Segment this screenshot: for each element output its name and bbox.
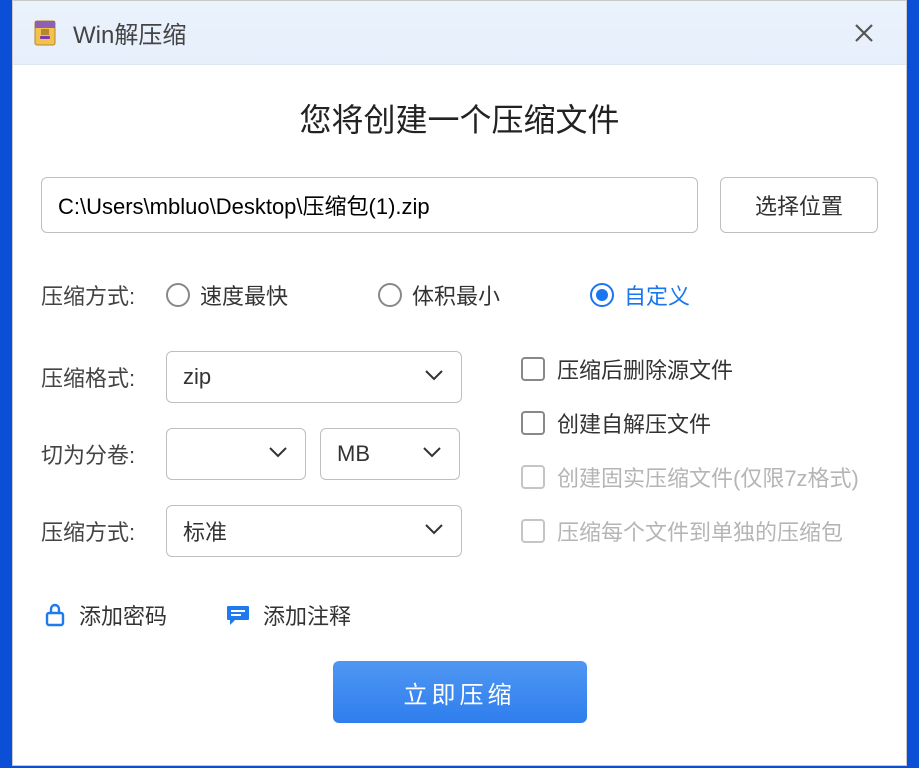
checkbox-self-extract[interactable]: 创建自解压文件 [521,407,878,439]
chevron-down-icon [423,522,445,541]
radio-custom-label: 自定义 [624,279,690,311]
radio-custom[interactable]: 自定义 [590,279,690,311]
app-icon [31,19,59,47]
mode-label: 压缩方式: [41,279,166,311]
output-path-input[interactable] [41,177,698,233]
browse-button[interactable]: 选择位置 [720,177,878,233]
split-label: 切为分卷: [41,438,166,470]
add-password-label: 添加密码 [79,599,167,631]
checkbox-icon [521,465,545,489]
radio-fastest[interactable]: 速度最快 [166,279,288,311]
page-title: 您将创建一个压缩文件 [41,95,878,141]
level-value: 标准 [183,515,227,547]
checkbox-icon [521,411,545,435]
compress-button[interactable]: 立即压缩 [333,661,587,723]
titlebar: Win解压缩 [13,1,906,65]
split-unit-value: MB [337,441,370,467]
action-row: 立即压缩 [41,661,878,723]
comment-icon [225,603,251,627]
content-area: 您将创建一个压缩文件 选择位置 压缩方式: 速度最快 体积最小 自定义 [13,65,906,765]
split-row: 切为分卷: MB [41,428,481,480]
radio-icon [590,283,614,307]
chevron-down-icon [267,445,289,464]
checkbox-self-extract-label: 创建自解压文件 [557,407,711,439]
checkbox-icon [521,357,545,381]
custom-settings: 压缩格式: zip 切为分卷: [41,351,878,557]
radio-smallest[interactable]: 体积最小 [378,279,500,311]
split-unit-select[interactable]: MB [320,428,460,480]
checkbox-each-file: 压缩每个文件到单独的压缩包 [521,515,878,547]
checkbox-delete-source-label: 压缩后删除源文件 [557,353,733,385]
checkbox-solid-7z-label: 创建固实压缩文件(仅限7z格式) [557,461,859,493]
format-label: 压缩格式: [41,361,166,393]
level-row: 压缩方式: 标准 [41,505,481,557]
mode-radio-group: 速度最快 体积最小 自定义 [166,279,690,311]
extra-links-row: 添加密码 添加注释 [41,599,878,631]
left-column: 压缩格式: zip 切为分卷: [41,351,481,557]
radio-fastest-label: 速度最快 [200,279,288,311]
lock-icon [43,602,67,628]
radio-smallest-label: 体积最小 [412,279,500,311]
close-button[interactable] [840,9,888,57]
format-value: zip [183,364,211,390]
add-password-link[interactable]: 添加密码 [43,599,167,631]
compression-mode-row: 压缩方式: 速度最快 体积最小 自定义 [41,279,878,311]
output-path-row: 选择位置 [41,177,878,233]
checkbox-delete-source[interactable]: 压缩后删除源文件 [521,353,878,385]
level-label: 压缩方式: [41,515,166,547]
add-comment-link[interactable]: 添加注释 [225,599,351,631]
level-select[interactable]: 标准 [166,505,462,557]
radio-icon [378,283,402,307]
checkbox-icon [521,519,545,543]
format-select[interactable]: zip [166,351,462,403]
chevron-down-icon [423,368,445,387]
window-title: Win解压缩 [73,15,186,50]
right-column: 压缩后删除源文件 创建自解压文件 创建固实压缩文件(仅限7z格式) 压缩每个文件… [521,351,878,557]
format-row: 压缩格式: zip [41,351,481,403]
add-comment-label: 添加注释 [263,599,351,631]
split-size-select[interactable] [166,428,306,480]
checkbox-each-file-label: 压缩每个文件到单独的压缩包 [557,515,843,547]
checkbox-solid-7z: 创建固实压缩文件(仅限7z格式) [521,461,878,493]
radio-icon [166,283,190,307]
close-icon [853,22,875,44]
app-window: Win解压缩 您将创建一个压缩文件 选择位置 压缩方式: 速度最快 [12,0,907,766]
chevron-down-icon [421,445,443,464]
